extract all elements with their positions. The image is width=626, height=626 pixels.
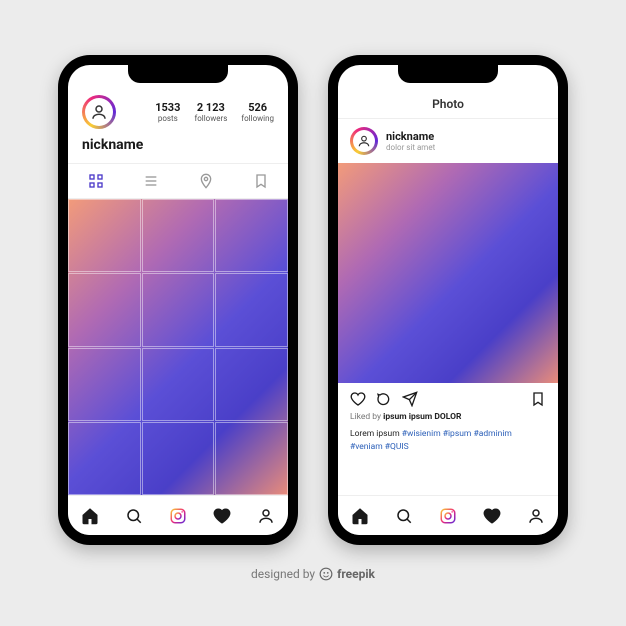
tab-places[interactable] [178,164,233,198]
phone-notch [128,65,228,83]
phone-mockup-post: Photo nickname dolor sit amet [328,55,568,545]
likes-prefix: Liked by [350,412,381,422]
bottom-nav [68,495,288,535]
stat-label: following [241,114,274,123]
heart-icon[interactable] [483,507,501,525]
post-author-username[interactable]: nickname [386,130,435,143]
grid-cell[interactable] [142,199,215,272]
grid-cell[interactable] [68,348,141,421]
stat-label: followers [194,114,227,123]
grid-cell[interactable] [142,422,215,495]
grid-cell[interactable] [142,273,215,346]
bottom-nav [338,495,558,535]
home-icon[interactable] [351,507,369,525]
post-author-subtitle: dolor sit amet [386,143,435,152]
grid-cell[interactable] [215,273,288,346]
phone-notch [398,65,498,83]
profile-photo-grid [68,199,288,495]
heart-icon[interactable] [213,507,231,525]
camera-icon[interactable] [169,507,187,525]
bookmark-icon [253,173,269,189]
stat-count: 2 123 [194,101,227,114]
profile-avatar[interactable] [82,95,116,129]
comment-icon[interactable] [376,391,392,407]
stat-posts[interactable]: 1533 posts [155,101,180,123]
likes-name: ipsum ipsum DOLOR [383,412,461,422]
stat-label: posts [155,114,180,123]
caption-text: Lorem ipsum [350,429,400,439]
stat-followers[interactable]: 2 123 followers [194,101,227,123]
grid-cell[interactable] [142,348,215,421]
grid-cell[interactable] [68,422,141,495]
search-icon[interactable] [395,507,413,525]
post-author-avatar[interactable] [350,127,378,155]
post-likes-line[interactable]: Liked by ipsum ipsum DOLOR [350,411,546,424]
grid-cell[interactable] [215,199,288,272]
person-icon [90,103,108,121]
tab-tagged[interactable] [233,164,288,198]
stat-following[interactable]: 526 following [241,101,274,123]
tab-list[interactable] [123,164,178,198]
grid-cell[interactable] [215,422,288,495]
freepik-logo-icon [319,567,333,581]
profile-icon[interactable] [257,507,275,525]
attribution: designed by freepik [251,567,375,581]
profile-icon[interactable] [527,507,545,525]
profile-tabs [68,163,288,199]
post-caption: Lorem ipsum #wisienim #ipsum #adminim #v… [350,428,546,454]
share-icon[interactable] [402,391,418,407]
attribution-brand: freepik [337,567,375,581]
search-icon[interactable] [125,507,143,525]
phone-mockup-profile: 1533 posts 2 123 followers 526 following… [58,55,298,545]
post-image[interactable] [338,163,558,383]
grid-cell[interactable] [68,273,141,346]
tab-grid[interactable] [68,164,123,198]
home-icon[interactable] [81,507,99,525]
grid-icon [88,173,104,189]
person-icon [357,134,371,148]
grid-cell[interactable] [215,348,288,421]
stat-count: 1533 [155,101,180,114]
attribution-text: designed by [251,567,315,581]
location-pin-icon [198,173,214,189]
profile-nickname: nickname [68,133,288,163]
like-icon[interactable] [350,391,366,407]
list-icon [143,173,159,189]
stat-count: 526 [241,101,274,114]
grid-cell[interactable] [68,199,141,272]
post-topbar-title: Photo [338,89,558,119]
camera-icon[interactable] [439,507,457,525]
save-icon[interactable] [530,391,546,407]
